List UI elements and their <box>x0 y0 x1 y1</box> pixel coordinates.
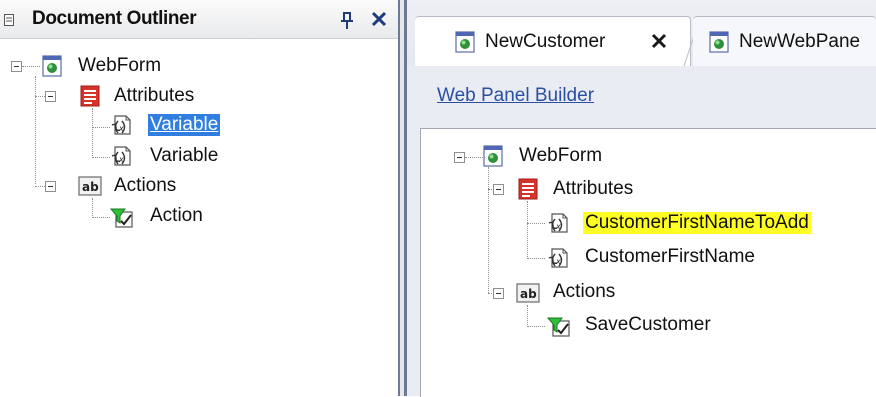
close-icon[interactable] <box>370 10 388 28</box>
tree-node-customer-first-name[interactable]: CustomerFirstName <box>583 246 757 268</box>
action-icon <box>110 206 134 228</box>
pin-icon[interactable] <box>340 12 354 30</box>
webform-icon <box>483 145 503 167</box>
outliner-header: Document Outliner <box>0 0 398 39</box>
collapse-toggle-actions[interactable] <box>45 181 56 192</box>
document-outliner-pane: Document Outliner WebForm Attributes Var… <box>0 0 398 396</box>
collapse-toggle-webform[interactable] <box>11 61 22 72</box>
variable-icon <box>110 145 132 167</box>
tree-node-attributes[interactable]: Attributes <box>112 85 196 107</box>
tab-label: NewWebPane <box>739 31 861 52</box>
variable-icon <box>547 247 569 269</box>
collapse-toggle-attributes[interactable] <box>493 184 504 195</box>
tab-strip: NewCustomer NewWebPane <box>407 0 876 67</box>
collapse-toggle-attributes[interactable] <box>45 91 56 102</box>
pane-splitter[interactable] <box>398 0 407 396</box>
tab-newcustomer[interactable]: NewCustomer <box>415 16 691 66</box>
collapse-toggle-webform[interactable] <box>454 152 465 163</box>
tree-node-variable[interactable]: Variable <box>148 114 221 136</box>
builder-canvas: WebForm Attributes CustomerFirstNameToAd… <box>420 128 876 397</box>
builder-bar: Web Panel Builder <box>407 66 876 128</box>
attributes-icon <box>80 85 100 107</box>
actions-icon <box>78 176 102 196</box>
webform-icon <box>455 31 475 53</box>
tree-node-attributes[interactable]: Attributes <box>551 178 635 200</box>
tree-node-webform[interactable]: WebForm <box>517 145 604 167</box>
attributes-icon <box>518 178 538 200</box>
variable-icon <box>110 114 132 136</box>
document-icon <box>4 14 14 26</box>
tree-node-customer-first-name-to-add[interactable]: CustomerFirstNameToAdd <box>583 212 811 234</box>
action-icon <box>547 315 571 337</box>
tree-node-save-customer[interactable]: SaveCustomer <box>583 314 713 336</box>
web-panel-builder-link[interactable]: Web Panel Builder <box>437 85 594 107</box>
tree-node-webform[interactable]: WebForm <box>76 55 163 77</box>
actions-icon <box>516 283 540 303</box>
webform-icon <box>709 31 729 53</box>
tree-node-actions[interactable]: Actions <box>551 281 617 303</box>
tab-label: NewCustomer <box>485 31 606 52</box>
close-icon[interactable] <box>649 31 669 51</box>
tab-newwebpanel[interactable]: NewWebPane <box>693 16 876 66</box>
collapse-toggle-actions[interactable] <box>493 288 504 299</box>
editor-pane: NewCustomer NewWebPane Web Panel Builder <box>407 0 876 397</box>
tree-node-variable[interactable]: Variable <box>148 145 220 167</box>
variable-icon <box>547 212 569 234</box>
outliner-title: Document Outliner <box>32 8 197 29</box>
tree-node-actions[interactable]: Actions <box>112 175 178 197</box>
webform-icon <box>42 55 62 77</box>
tree-node-action[interactable]: Action <box>148 205 205 227</box>
